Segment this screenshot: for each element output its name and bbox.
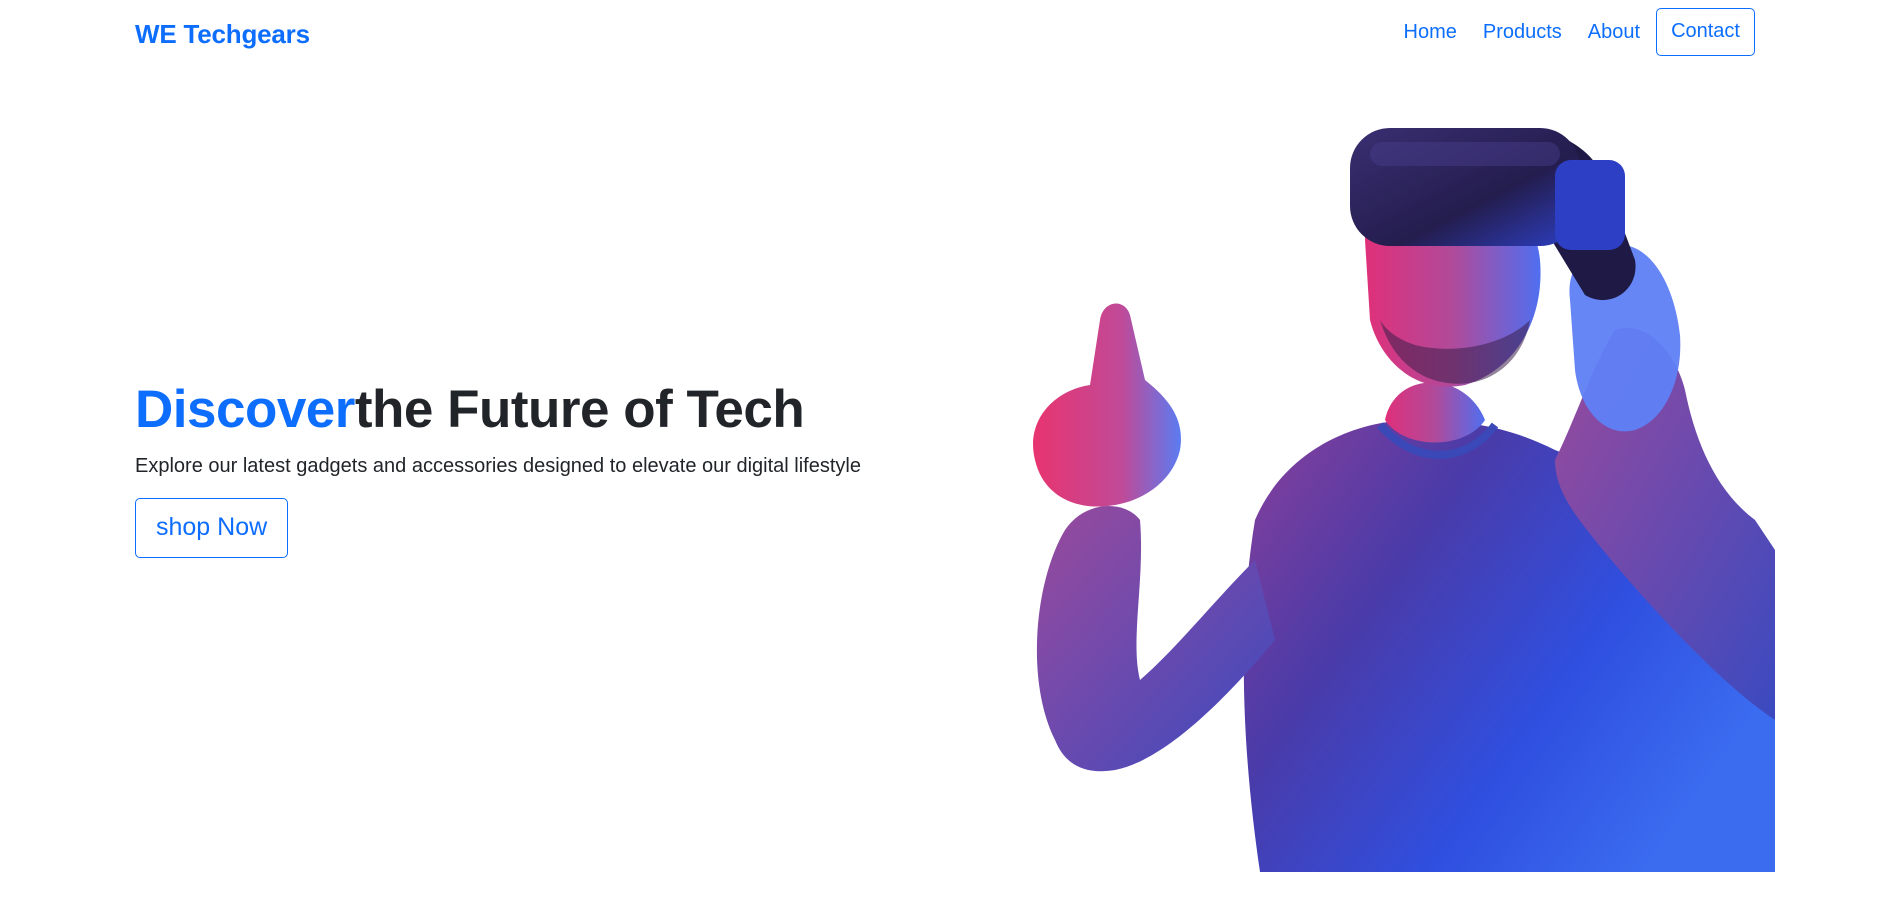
nav-links: Home Products About Contact: [1378, 8, 1755, 56]
hero-subtitle: Explore our latest gadgets and accessori…: [135, 455, 861, 477]
hero-title: Discoverthe Future of Tech: [135, 378, 1035, 442]
vr-man-illustration: [1033, 128, 1775, 872]
hero-title-accent: Discover: [135, 380, 355, 439]
hero-section: Discoverthe Future of Tech Explore our l…: [135, 378, 1035, 558]
nav-link-about[interactable]: About: [1588, 8, 1640, 56]
headset-highlight: [1370, 142, 1560, 166]
headset-side-mount: [1555, 160, 1625, 250]
nav-link-products[interactable]: Products: [1483, 8, 1562, 56]
hero-title-rest: the Future of Tech: [354, 380, 805, 439]
pointing-arm-sleeve: [1036, 506, 1275, 772]
nav-link-home[interactable]: Home: [1404, 8, 1457, 56]
shop-now-button[interactable]: shop Now: [135, 498, 289, 558]
brand-logo-link[interactable]: WE Techgears: [135, 19, 310, 50]
top-navbar: WE Techgears Home Products About Contact: [0, 0, 1892, 68]
neck-shape: [1385, 382, 1485, 443]
hero-vr-man-image: [995, 120, 1775, 872]
contact-button[interactable]: Contact: [1656, 8, 1755, 56]
pointing-hand: [1033, 303, 1181, 507]
